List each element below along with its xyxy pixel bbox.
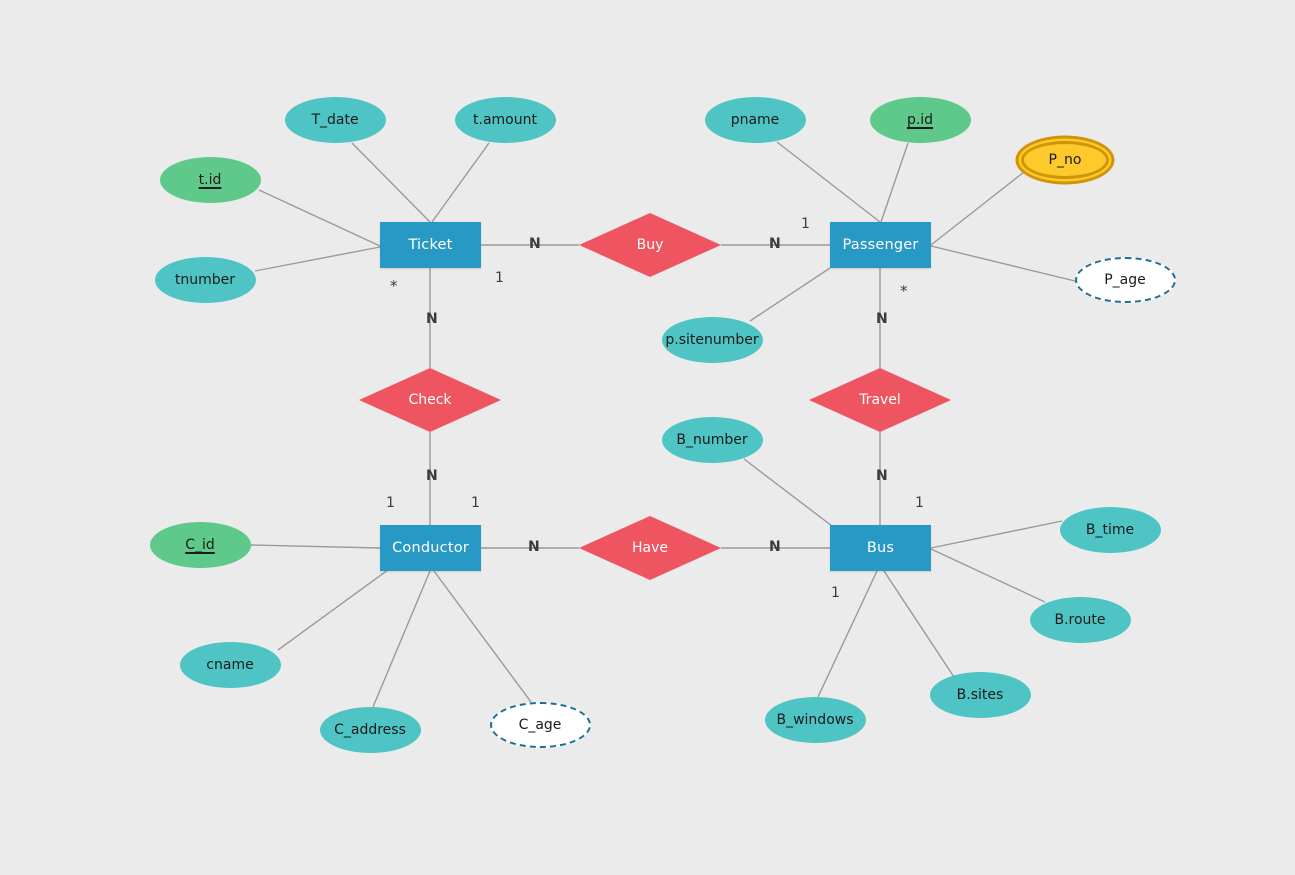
attribute-label: tnumber — [174, 272, 236, 288]
er-diagram-canvas: T_date t.amount t.id tnumber pname p.id P_no P_… — [0, 0, 1295, 875]
entity-bus[interactable]: Bus — [830, 525, 931, 571]
attribute-b_windows[interactable]: B_windows — [764, 697, 866, 743]
attribute-b_time[interactable]: B_time — [1059, 507, 1161, 553]
edge-line — [930, 548, 1046, 603]
attribute-pname[interactable]: pname — [704, 97, 806, 143]
attribute-t_id[interactable]: t.id — [159, 157, 261, 203]
cardinality-marker: N — [426, 468, 438, 484]
edge-line — [883, 570, 955, 678]
attribute-p_id[interactable]: p.id — [869, 97, 971, 143]
attribute-label: C_address — [334, 722, 406, 738]
edge-line — [258, 189, 381, 247]
entity-label: Conductor — [392, 540, 469, 556]
entity-label: Passenger — [842, 237, 919, 253]
cardinality-marker: N — [769, 539, 781, 555]
attribute-p_age[interactable]: P_age — [1074, 257, 1176, 303]
attribute-label: pname — [730, 112, 780, 128]
attribute-label: B_windows — [776, 712, 854, 728]
entity-label: Ticket — [408, 237, 453, 253]
edge-line — [930, 171, 1025, 246]
relationship-buy[interactable]: Buy — [579, 213, 721, 277]
cardinality-marker: 1 — [831, 585, 840, 601]
relationship-label: Have — [631, 540, 668, 556]
attribute-label: T_date — [311, 112, 359, 128]
attribute-label: t.id — [198, 172, 222, 188]
attribute-label: P_age — [1104, 272, 1146, 288]
cardinality-marker: N — [876, 311, 888, 327]
attribute-label: P_no — [1048, 152, 1082, 168]
relationship-label: Check — [408, 392, 452, 408]
attribute-label: cname — [206, 657, 254, 673]
edge-line — [351, 142, 431, 223]
attribute-tnumber[interactable]: tnumber — [154, 257, 256, 303]
cardinality-marker: 1 — [386, 495, 395, 511]
attribute-b_route[interactable]: B.route — [1029, 597, 1131, 643]
cardinality-marker: N — [426, 311, 438, 327]
attribute-t_date[interactable]: T_date — [284, 97, 386, 143]
cardinality-marker: N — [876, 468, 888, 484]
edge-line — [880, 142, 909, 223]
relationship-have[interactable]: Have — [579, 516, 721, 580]
attribute-label: B.sites — [956, 687, 1004, 703]
attribute-p_no[interactable]: P_no — [1021, 141, 1109, 179]
edge-line — [930, 245, 1076, 282]
cardinality-marker: * — [390, 277, 398, 295]
attribute-label: B_time — [1085, 522, 1135, 538]
attribute-p_sitenumber[interactable]: p.sitenumber — [661, 317, 763, 363]
entity-label: Bus — [866, 540, 895, 556]
edge-line — [372, 570, 431, 708]
attribute-b_sites[interactable]: B.sites — [929, 672, 1031, 718]
cardinality-marker: * — [900, 282, 908, 300]
relationship-check[interactable]: Check — [359, 368, 501, 432]
cardinality-marker: N — [529, 236, 541, 252]
entity-ticket[interactable]: Ticket — [380, 222, 481, 268]
edge-line — [249, 544, 381, 549]
edge-line — [431, 142, 490, 223]
edge-line — [433, 570, 532, 703]
edge-line — [776, 141, 881, 223]
cardinality-marker: N — [528, 539, 540, 555]
relationship-travel[interactable]: Travel — [809, 368, 951, 432]
edge-line — [743, 458, 833, 527]
cardinality-marker: 1 — [801, 216, 810, 232]
attribute-b_number[interactable]: B_number — [661, 417, 763, 463]
edge-layer — [249, 141, 1076, 708]
attribute-c_id[interactable]: C_id — [149, 522, 251, 568]
attribute-label: C_age — [518, 717, 562, 733]
edge-line — [817, 570, 878, 698]
cardinality-marker: 1 — [471, 495, 480, 511]
attribute-label: B_number — [676, 432, 748, 448]
edge-line — [930, 520, 1063, 549]
entity-conductor[interactable]: Conductor — [380, 525, 481, 571]
attribute-t_amount[interactable]: t.amount — [454, 97, 556, 143]
cardinality-marker: N — [769, 236, 781, 252]
attribute-c_address[interactable]: C_address — [319, 707, 421, 753]
attribute-cname[interactable]: cname — [179, 642, 281, 688]
attribute-label: B.route — [1054, 612, 1106, 628]
relationship-label: Buy — [636, 237, 664, 253]
attribute-label: t.amount — [473, 112, 537, 128]
entity-passenger[interactable]: Passenger — [830, 222, 931, 268]
edge-line — [254, 246, 381, 272]
attribute-c_age[interactable]: C_age — [489, 702, 591, 748]
attribute-label: p.sitenumber — [665, 332, 759, 348]
edge-line — [749, 267, 831, 322]
relationship-label: Travel — [859, 392, 901, 408]
cardinality-marker: 1 — [915, 495, 924, 511]
attribute-label: p.id — [906, 112, 934, 128]
attribute-label: C_id — [185, 537, 215, 553]
cardinality-marker: 1 — [495, 270, 504, 286]
